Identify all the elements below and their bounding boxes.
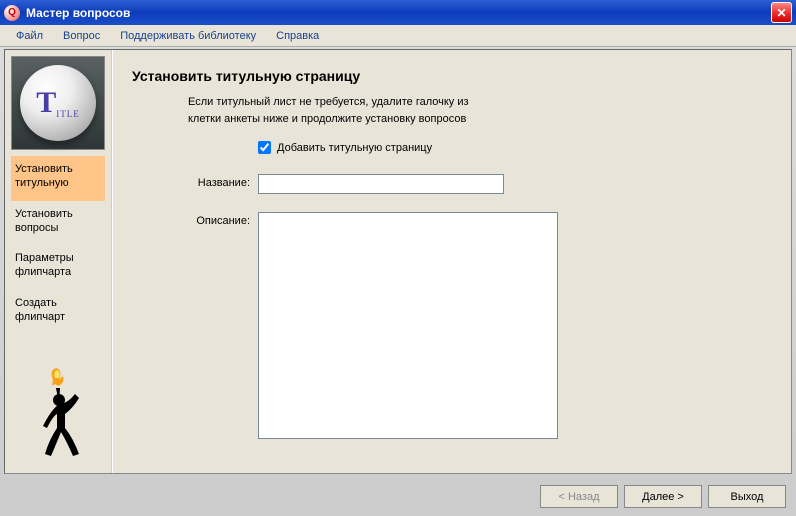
next-button[interactable]: Далее >	[624, 485, 702, 508]
name-label: Название:	[132, 174, 258, 194]
app-icon: Q	[4, 5, 20, 21]
name-row: Название:	[132, 174, 761, 194]
wizard-steps-list: Установить титульную Установить вопросы …	[11, 156, 105, 334]
menu-file[interactable]: Файл	[6, 28, 53, 44]
add-title-checkbox-row: Добавить титульную страницу	[258, 141, 761, 154]
torch-figure-icon	[29, 368, 105, 461]
description-label: Описание:	[132, 212, 258, 439]
step-set-questions[interactable]: Установить вопросы	[11, 201, 105, 246]
close-button[interactable]: ✕	[771, 2, 792, 23]
wizard-button-bar: < Назад Далее > Выход	[540, 485, 786, 508]
help-line-1: Если титульный лист не требуется, удалит…	[188, 94, 761, 111]
add-title-checkbox-label[interactable]: Добавить титульную страницу	[277, 142, 432, 154]
help-line-2: клетки анкеты ниже и продолжите установк…	[188, 111, 761, 128]
step-label: Установить вопросы	[15, 208, 73, 234]
menu-bar: Файл Вопрос Поддерживать библиотеку Спра…	[0, 25, 796, 47]
step-flipchart-params[interactable]: Параметры флипчарта	[11, 245, 105, 290]
step-label: Параметры флипчарта	[15, 252, 74, 278]
menu-question[interactable]: Вопрос	[53, 28, 110, 44]
page-title: Установить титульную страницу	[132, 68, 761, 84]
menu-help[interactable]: Справка	[266, 28, 329, 44]
content-area: TITLE Установить титульную Установить во…	[4, 49, 792, 474]
back-button: < Назад	[540, 485, 618, 508]
menu-maintain-library[interactable]: Поддерживать библиотеку	[110, 28, 266, 44]
name-input[interactable]	[258, 174, 504, 194]
step-create-flipchart[interactable]: Создать флипчарт	[11, 290, 105, 335]
window-titlebar: Q Мастер вопросов ✕	[0, 0, 796, 25]
exit-button[interactable]: Выход	[708, 485, 786, 508]
step-set-title[interactable]: Установить титульную	[11, 156, 105, 201]
step-label: Установить титульную	[15, 163, 73, 189]
close-icon: ✕	[776, 6, 786, 20]
window-title: Мастер вопросов	[26, 6, 771, 20]
add-title-checkbox[interactable]	[258, 141, 271, 154]
sidebar: TITLE Установить титульную Установить во…	[5, 50, 111, 473]
description-row: Описание:	[132, 212, 761, 439]
main-panel: Установить титульную страницу Если титул…	[111, 50, 791, 473]
title-sphere-icon: TITLE	[20, 65, 96, 141]
help-text: Если титульный лист не требуется, удалит…	[188, 94, 761, 127]
preview-thumbnail: TITLE	[11, 56, 105, 150]
description-textarea[interactable]	[258, 212, 558, 439]
step-label: Создать флипчарт	[15, 297, 65, 323]
